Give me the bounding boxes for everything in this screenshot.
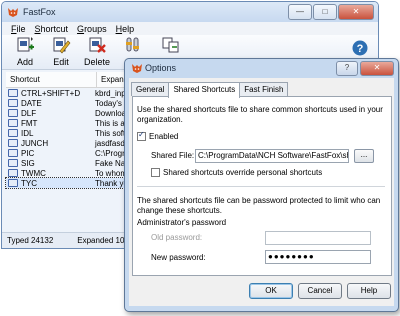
svg-text:?: ? — [357, 43, 364, 55]
add-label: Add — [16, 57, 33, 67]
shortcut-expansion: To whom — [95, 168, 128, 178]
shortcut-key: DLF — [21, 108, 37, 118]
keyboard-icon — [8, 89, 18, 97]
shortcut-key: PIC — [21, 148, 35, 158]
override-checkbox[interactable] — [151, 168, 160, 178]
main-window-title: FastFox — [23, 7, 56, 17]
enabled-checkbox-row[interactable]: Enabled — [137, 130, 179, 142]
enabled-label: Enabled — [149, 132, 179, 141]
dialog-titlebar[interactable]: Options ? ✕ — [125, 59, 398, 78]
edit-icon — [53, 37, 71, 54]
keyboard-icon — [8, 99, 18, 107]
shortcut-expansion: Thank yo — [95, 178, 128, 188]
old-password-input[interactable] — [265, 231, 371, 245]
new-password-label: New password: — [151, 253, 206, 262]
options-icon — [126, 37, 139, 52]
menu-groups[interactable]: Groups — [77, 24, 107, 34]
shortcut-key: JUNCH — [21, 138, 49, 148]
keyboard-icon — [8, 119, 18, 127]
delete-icon — [89, 37, 106, 53]
help-button[interactable]: Help — [347, 283, 391, 299]
shortcut-key: TWMC — [21, 168, 46, 178]
browse-button[interactable]: ... — [354, 149, 374, 163]
dialog-tabs: General Shared Shortcuts Fast Finish — [131, 82, 289, 98]
shared-file-input[interactable]: C:\ProgramData\NCH Software\FastFox\sha — [195, 149, 349, 163]
shortcut-expansion: Today's d — [95, 98, 129, 108]
tab-general[interactable]: General — [131, 82, 170, 96]
override-label: Shared shortcuts override personal short… — [163, 168, 323, 177]
fox-app-icon — [132, 64, 142, 73]
fox-app-icon — [8, 8, 18, 17]
dialog-close-button[interactable]: ✕ — [360, 61, 394, 76]
column-header-shortcut[interactable]: Shortcut — [6, 72, 97, 87]
keyboard-icon — [8, 179, 18, 187]
sync-icon — [162, 37, 179, 53]
typed-count: Typed 24132 — [7, 236, 54, 245]
shortcut-expansion: jasdfasdf — [95, 138, 128, 148]
shortcut-key: IDL — [21, 128, 34, 138]
options-dialog: Options ? ✕ General Shared Shortcuts Fas… — [124, 58, 399, 312]
override-checkbox-row[interactable]: Shared shortcuts override personal short… — [151, 168, 322, 178]
tab-shared-shortcuts[interactable]: Shared Shortcuts — [168, 82, 241, 98]
admin-password-heading: Administrator's password — [137, 218, 227, 227]
divider — [137, 186, 385, 187]
menu-shortcut[interactable]: Shortcut — [35, 24, 69, 34]
enabled-checkbox[interactable] — [137, 130, 146, 142]
cancel-button[interactable]: Cancel — [298, 283, 342, 299]
expanded-count: Expanded 106 — [77, 236, 129, 245]
new-password-input[interactable]: ●●●●●●●● — [265, 250, 371, 264]
shared-file-label: Shared File: — [151, 151, 195, 160]
keyboard-icon — [8, 139, 18, 147]
close-button[interactable]: ✕ — [338, 4, 374, 20]
menu-bar: File Shortcut Groups Help — [2, 22, 378, 35]
tab-fast-finish[interactable]: Fast Finish — [239, 82, 289, 96]
keyboard-icon — [8, 159, 18, 167]
keyboard-icon — [8, 129, 18, 137]
shortcut-key: FMT — [21, 118, 38, 128]
help-icon[interactable]: ? — [352, 40, 368, 56]
menu-file[interactable]: File — [11, 24, 26, 34]
shortcut-key: CTRL+SHIFT+D — [21, 88, 81, 98]
add-button[interactable]: Add — [6, 36, 44, 67]
sync-button[interactable] — [152, 36, 190, 56]
keyboard-icon — [8, 109, 18, 117]
shared-shortcuts-panel: Use the shared shortcuts file to share c… — [132, 96, 392, 276]
delete-label: Delete — [83, 57, 110, 67]
edit-label: Edit — [53, 57, 69, 67]
menu-help[interactable]: Help — [116, 24, 135, 34]
shortcut-key: DATE — [21, 98, 42, 108]
dialog-body: General Shared Shortcuts Fast Finish Use… — [129, 78, 394, 306]
dialog-title: Options — [145, 63, 177, 73]
edit-button[interactable]: Edit — [42, 36, 80, 67]
intro-text: Use the shared shortcuts file to share c… — [137, 105, 383, 124]
old-password-label: Old password: — [151, 233, 203, 242]
add-icon — [17, 37, 34, 52]
dialog-help-button[interactable]: ? — [336, 61, 358, 76]
password-description: The shared shortcuts file can be passwor… — [137, 196, 381, 215]
maximize-button[interactable]: □ — [313, 4, 337, 20]
minimize-button[interactable]: — — [288, 4, 312, 20]
delete-button[interactable]: Delete — [78, 36, 116, 67]
main-titlebar[interactable]: FastFox — □ ✕ — [2, 2, 378, 22]
shortcut-key: SIG — [21, 158, 35, 168]
keyboard-icon — [8, 169, 18, 177]
shortcut-key: TYC — [21, 178, 37, 188]
keyboard-icon — [8, 149, 18, 157]
ok-button[interactable]: OK — [249, 283, 293, 299]
